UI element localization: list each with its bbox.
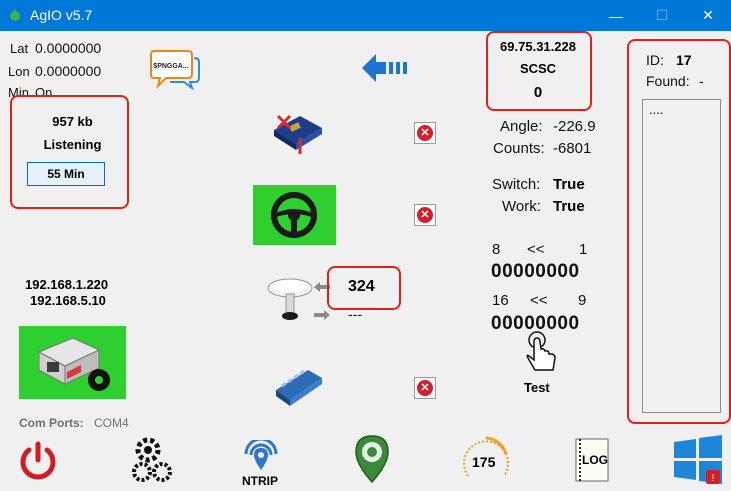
log-button[interactable]: LOG xyxy=(574,437,610,483)
bits-row2-low: 9 xyxy=(578,292,587,309)
nmea-bubble-text: $PNGGA... xyxy=(153,63,188,70)
relay-board-icon[interactable] xyxy=(272,364,324,408)
relay-close-button[interactable]: ✕ xyxy=(414,377,436,399)
counts-value: -6801 xyxy=(553,140,592,157)
steer-module-tile[interactable] xyxy=(253,185,336,245)
close-x-icon: ✕ xyxy=(417,380,433,396)
counts-label: Counts: xyxy=(493,140,545,157)
steer-close-button[interactable]: ✕ xyxy=(414,204,436,226)
steering-wheel-icon xyxy=(271,192,317,238)
maximize-button[interactable]: ☐ xyxy=(639,0,685,31)
ntrip-button[interactable]: NTRIP xyxy=(236,440,286,488)
back-arrow-icon[interactable] xyxy=(362,54,410,82)
ntrip-status-highlight xyxy=(10,95,129,209)
ip-address-2: 192.168.5.10 xyxy=(30,293,106,308)
com-ports-label: Com Ports: xyxy=(19,416,84,430)
lat-value: 0.0000000 xyxy=(35,40,102,56)
test-label: Test xyxy=(524,380,550,395)
ntrip-icon xyxy=(244,440,278,470)
test-button[interactable]: Test xyxy=(518,330,564,396)
speed-value: 175 xyxy=(472,454,496,470)
ntrip-label: NTRIP xyxy=(242,474,278,488)
windows-icon[interactable]: ! xyxy=(672,434,724,486)
bits-row1-low: 1 xyxy=(579,241,588,258)
remote-ip: 69.75.31.228 xyxy=(500,39,576,54)
gps-out-value: --- xyxy=(348,306,362,322)
bits-row1-value: 00000000 xyxy=(491,261,580,282)
map-pin-icon[interactable] xyxy=(352,434,392,484)
log-label: LOG xyxy=(582,453,608,467)
id-log-text: .... xyxy=(649,102,664,117)
machine-module-icon[interactable] xyxy=(270,110,326,154)
machine-close-button[interactable]: ✕ xyxy=(414,122,436,144)
window-title: AgIO v5.7 xyxy=(30,7,93,23)
id-log-box[interactable]: .... xyxy=(642,99,721,413)
com-ports-value: COM4 xyxy=(94,416,129,430)
nmea-bubble-icon[interactable]: $PNGGA... xyxy=(150,48,200,90)
bits-row2-arrow: << xyxy=(530,292,548,309)
ip-address-1: 192.168.1.220 xyxy=(25,277,109,292)
switch-value: True xyxy=(553,176,585,193)
work-value: True xyxy=(553,198,585,215)
gps-count-value: 324 xyxy=(348,278,375,295)
lon-label: Lon xyxy=(8,64,30,79)
bits-row2-high: 16 xyxy=(492,292,509,309)
ntrip-state: Listening xyxy=(43,137,102,152)
ethernet-module-icon xyxy=(37,337,110,391)
bits-row1-high: 8 xyxy=(492,241,501,258)
title-bar: AgIO v5.7 — ☐ ✕ xyxy=(0,0,731,31)
ntrip-minutes-button[interactable]: 55 Min xyxy=(27,162,105,186)
bits-row1-arrow: << xyxy=(527,241,545,258)
angle-value: -226.9 xyxy=(553,118,596,135)
switch-label: Switch: xyxy=(492,176,541,193)
speedometer-button[interactable]: 175 xyxy=(460,432,512,486)
lon-value: 0.0000000 xyxy=(35,63,102,79)
ntrip-bytes: 957 kb xyxy=(52,114,93,129)
id-label: ID: xyxy=(646,52,664,68)
app-icon xyxy=(10,8,20,21)
angle-label: Angle: xyxy=(500,118,543,135)
work-label: Work: xyxy=(502,198,541,215)
found-value: - xyxy=(699,73,704,89)
remote-name: SCSC xyxy=(519,61,557,76)
ethernet-module-tile[interactable] xyxy=(19,326,126,399)
gps-antenna-icon[interactable] xyxy=(266,274,316,324)
close-x-icon: ✕ xyxy=(417,125,433,141)
close-x-icon: ✕ xyxy=(417,207,433,223)
tap-hand-icon xyxy=(526,331,556,371)
id-value: 17 xyxy=(676,52,692,68)
remote-value: 0 xyxy=(533,84,543,101)
svg-text:!: ! xyxy=(712,473,715,484)
settings-gears-icon[interactable] xyxy=(128,434,174,486)
gps-out-arrow-icon xyxy=(314,310,330,320)
lat-label: Lat xyxy=(10,41,29,56)
found-label: Found: xyxy=(646,73,690,89)
close-button[interactable]: ✕ xyxy=(685,0,731,31)
power-icon[interactable] xyxy=(18,440,58,482)
minimize-button[interactable]: — xyxy=(593,0,639,31)
